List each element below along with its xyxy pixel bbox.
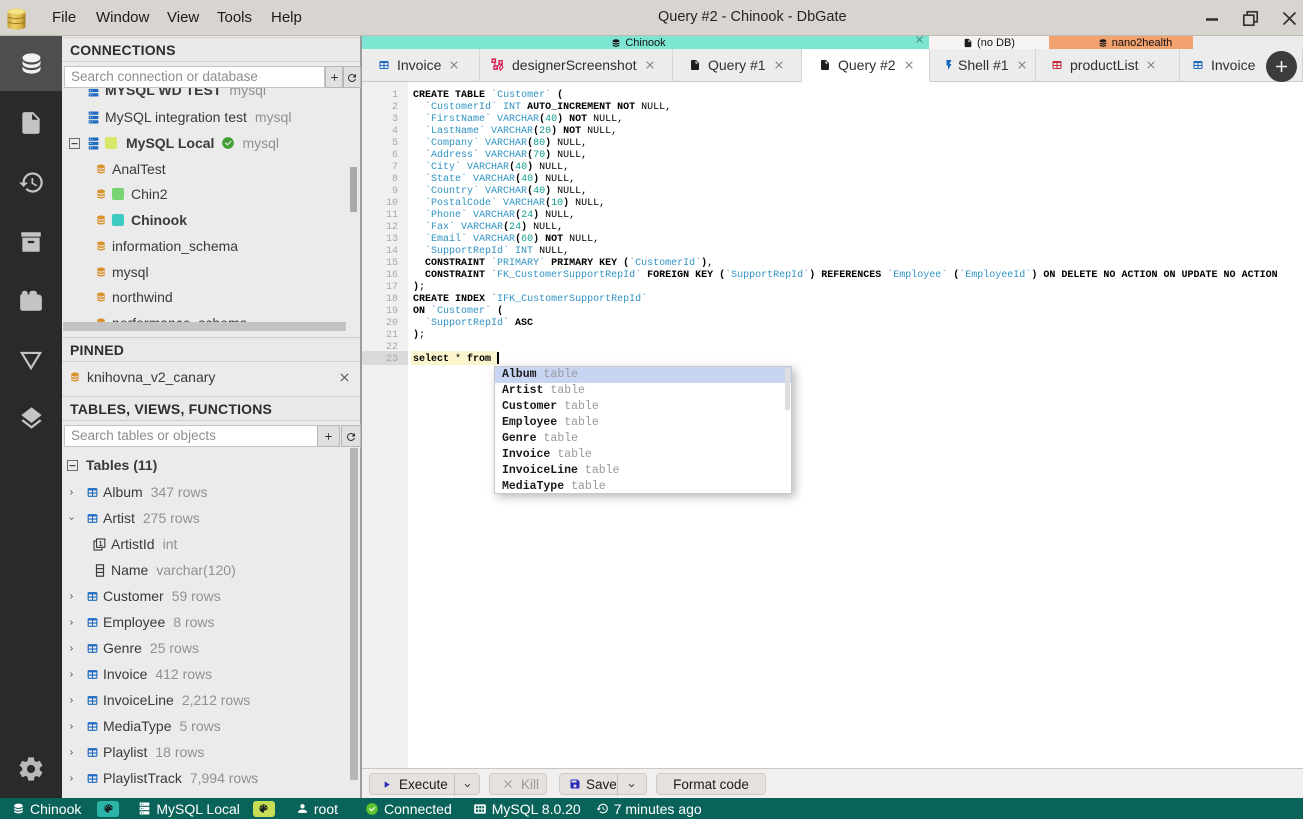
svg-text:1: 1 — [99, 541, 103, 548]
